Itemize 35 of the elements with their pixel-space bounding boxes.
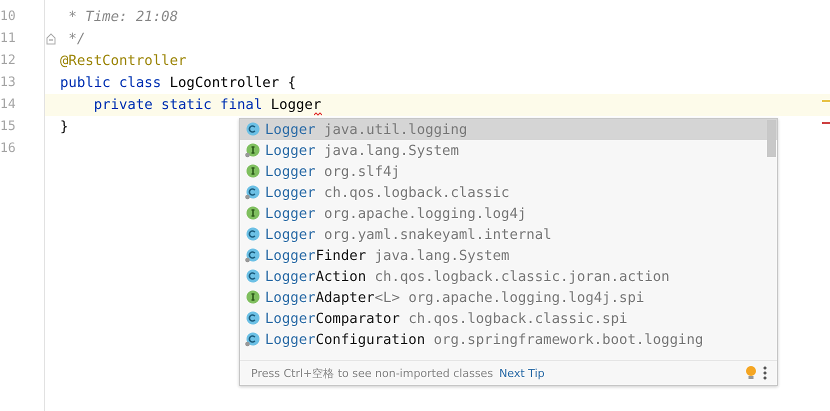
- completion-item[interactable]: Logger org.yaml.snakeyaml.internal: [240, 224, 777, 245]
- error-squiggle: [314, 112, 322, 116]
- warning-marker[interactable]: [822, 100, 830, 102]
- completion-item[interactable]: LoggerComparator ch.qos.logback.classic.spi: [240, 308, 777, 329]
- completion-item[interactable]: Logger org.slf4j: [240, 161, 777, 182]
- more-icon[interactable]: [763, 366, 767, 380]
- code-token: * Time: 21:08: [67, 10, 178, 24]
- completion-item[interactable]: Logger java.util.logging: [240, 119, 777, 140]
- scrollbar-thumb[interactable]: [767, 120, 776, 157]
- code-token: */: [67, 32, 86, 46]
- line-number: 14: [0, 96, 17, 114]
- completion-item[interactable]: LoggerConfiguration org.springframework.boot.logging: [240, 329, 777, 350]
- code-token: }: [60, 120, 68, 134]
- completion-item[interactable]: LoggerAdapter<L> org.apache.logging.log4j.spi: [240, 287, 777, 308]
- next-tip-link[interactable]: Next Tip: [499, 366, 545, 380]
- completion-item[interactable]: Logger java.lang.System: [240, 140, 777, 161]
- code-token: public class: [60, 76, 162, 90]
- line-number: 11: [0, 30, 17, 48]
- line-number: 16: [0, 140, 17, 158]
- code-token: private static final: [92, 98, 264, 112]
- lightbulb-icon[interactable]: [745, 365, 757, 381]
- completion-item[interactable]: LoggerAction ch.qos.logback.classic.joran.action: [240, 266, 777, 287]
- line-number: 15: [0, 118, 17, 136]
- error-marker[interactable]: [822, 122, 830, 124]
- line-number: 12: [0, 52, 17, 70]
- completion-item[interactable]: Logger ch.qos.logback.classic: [240, 182, 777, 203]
- code-token: Logger: [270, 98, 322, 112]
- line-number: 10: [0, 8, 17, 26]
- code-token: @RestController: [60, 54, 186, 68]
- code-token: LogController {: [170, 76, 296, 90]
- line-number: 13: [0, 74, 17, 92]
- fold-icon[interactable]: [46, 33, 56, 45]
- hint-text: Press Ctrl+空格 to see non-imported classes: [251, 366, 494, 380]
- completion-item[interactable]: LoggerFinder java.lang.System: [240, 245, 777, 266]
- completion-item[interactable]: Logger org.apache.logging.log4j: [240, 203, 777, 224]
